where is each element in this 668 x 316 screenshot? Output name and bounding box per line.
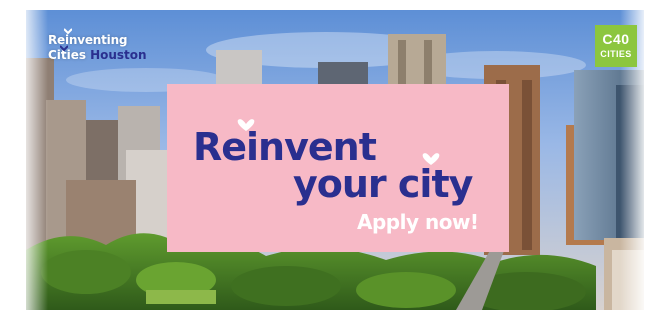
apply-now-link[interactable]: Apply now!	[357, 210, 479, 234]
logo-heart-icon	[60, 45, 68, 51]
headline-line-1: Reinvent	[193, 125, 377, 169]
heart-icon	[237, 119, 255, 131]
reinvent-your-city-banner: Reinventing Cities Houston C40 CITIES Rei…	[0, 0, 668, 316]
c40-badge-number: C40	[602, 31, 630, 47]
c40-badge-label: CITIES	[600, 49, 632, 59]
logo-city-name: Houston	[90, 48, 147, 62]
heart-icon	[422, 153, 440, 165]
logo-heart-icon	[64, 28, 72, 34]
headline-line-2: your city	[293, 162, 473, 206]
reinventing-cities-logo: Reinventing Cities Houston	[48, 28, 147, 62]
c40-cities-badge: C40 CITIES	[595, 25, 637, 67]
promo-card: Reinvent your city Apply now!	[167, 84, 509, 252]
